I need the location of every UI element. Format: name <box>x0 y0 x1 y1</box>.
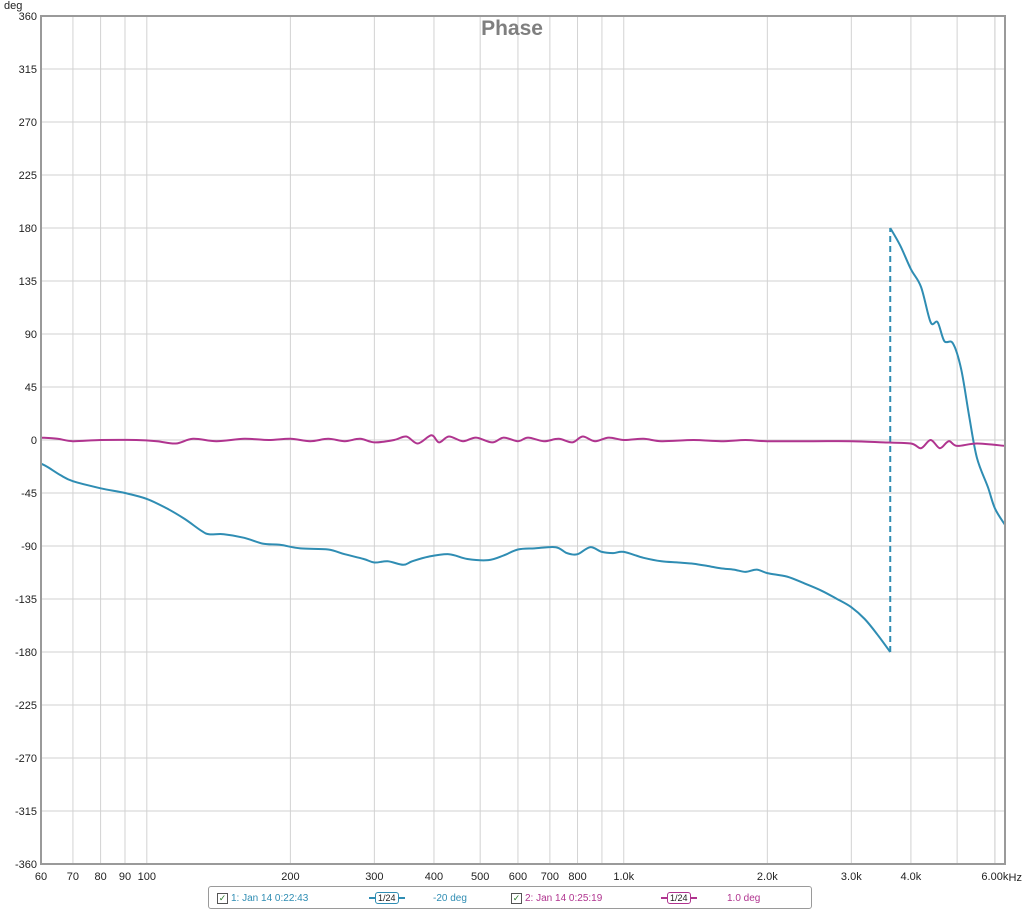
series-1-line <box>40 462 892 653</box>
x-tick-label: 4.0k <box>901 871 922 883</box>
series-2-checkbox[interactable]: ✓ <box>511 892 522 904</box>
x-tick-label: 60 <box>35 871 47 883</box>
y-tick-label: -360 <box>15 859 37 871</box>
y-tick-label: -225 <box>15 700 37 712</box>
legend-series-2[interactable]: ✓ 2: Jan 14 0:25:19 <box>511 891 602 905</box>
y-tick-labels: 360 315 270 225 180 135 90 45 0 -45 -90 -135 -180 -22… <box>15 11 37 871</box>
x-tick-label: 400 <box>425 871 443 883</box>
x-tick-label: 6.00k <box>981 871 1008 883</box>
y-tick-label: 360 <box>19 11 37 23</box>
series-2-offset[interactable]: 1.0 deg <box>727 891 760 905</box>
x-tick-label: 80 <box>94 871 106 883</box>
y-tick-label: -135 <box>15 594 37 606</box>
x-tick-label: 100 <box>138 871 156 883</box>
y-tick-label: 45 <box>25 382 37 394</box>
series-1-offset-label: -20 deg <box>433 892 467 904</box>
series-1-line <box>889 227 1006 526</box>
x-tick-label: 500 <box>471 871 489 883</box>
series-1-offset[interactable]: -20 deg <box>433 891 467 905</box>
x-tick-label: 90 <box>119 871 131 883</box>
y-tick-label: 90 <box>25 329 37 341</box>
y-tick-label: 225 <box>19 170 37 182</box>
x-tick-label: 700 <box>541 871 559 883</box>
series-1-label: 1: Jan 14 0:22:43 <box>231 892 309 904</box>
y-tick-label: -45 <box>21 488 37 500</box>
x-tick-label: 600 <box>509 871 527 883</box>
x-tick-label: 1.0k <box>613 871 634 883</box>
series-2-smoothing[interactable]: 1/24 <box>661 891 697 905</box>
series-1-checkbox[interactable]: ✓ <box>217 892 228 904</box>
legend-series-1[interactable]: ✓ 1: Jan 14 0:22:43 <box>217 891 308 905</box>
series-2-label: 2: Jan 14 0:25:19 <box>525 892 603 904</box>
series-2-smoothing-label: 1/24 <box>667 892 691 904</box>
y-tick-label: 135 <box>19 276 37 288</box>
x-axis-unit: Hz <box>1009 872 1022 884</box>
series-1-smoothing-label: 1/24 <box>375 892 399 904</box>
legend: ✓ 1: Jan 14 0:22:43 1/24 -20 deg ✓ 2: Ja… <box>208 886 812 909</box>
x-tick-label: 3.0k <box>841 871 862 883</box>
y-tick-label: 0 <box>31 435 37 447</box>
y-tick-label: -270 <box>15 753 37 765</box>
x-tick-label: 300 <box>365 871 383 883</box>
x-tick-label: 200 <box>281 871 299 883</box>
y-tick-label: 180 <box>19 223 37 235</box>
x-tick-label: 70 <box>67 871 79 883</box>
series-2-line <box>40 434 1006 450</box>
y-tick-label: 315 <box>19 64 37 76</box>
x-tick-label: 800 <box>568 871 586 883</box>
y-tick-label: -180 <box>15 647 37 659</box>
x-tick-label: 2.0k <box>757 871 778 883</box>
y-tick-label: -90 <box>21 541 37 553</box>
chart-title: Phase <box>481 17 543 40</box>
series-1-smoothing[interactable]: 1/24 <box>369 891 405 905</box>
series-2-offset-label: 1.0 deg <box>727 892 761 904</box>
y-tick-label: -315 <box>15 806 37 818</box>
x-tick-labels: 60 70 80 90 100 200 300 400 500 600 700 800 1.0k 2.0k… <box>35 871 1009 883</box>
phase-chart: deg 36031527022518013590450-45-90-135-18… <box>4 0 1022 884</box>
y-tick-label: 270 <box>19 117 37 129</box>
